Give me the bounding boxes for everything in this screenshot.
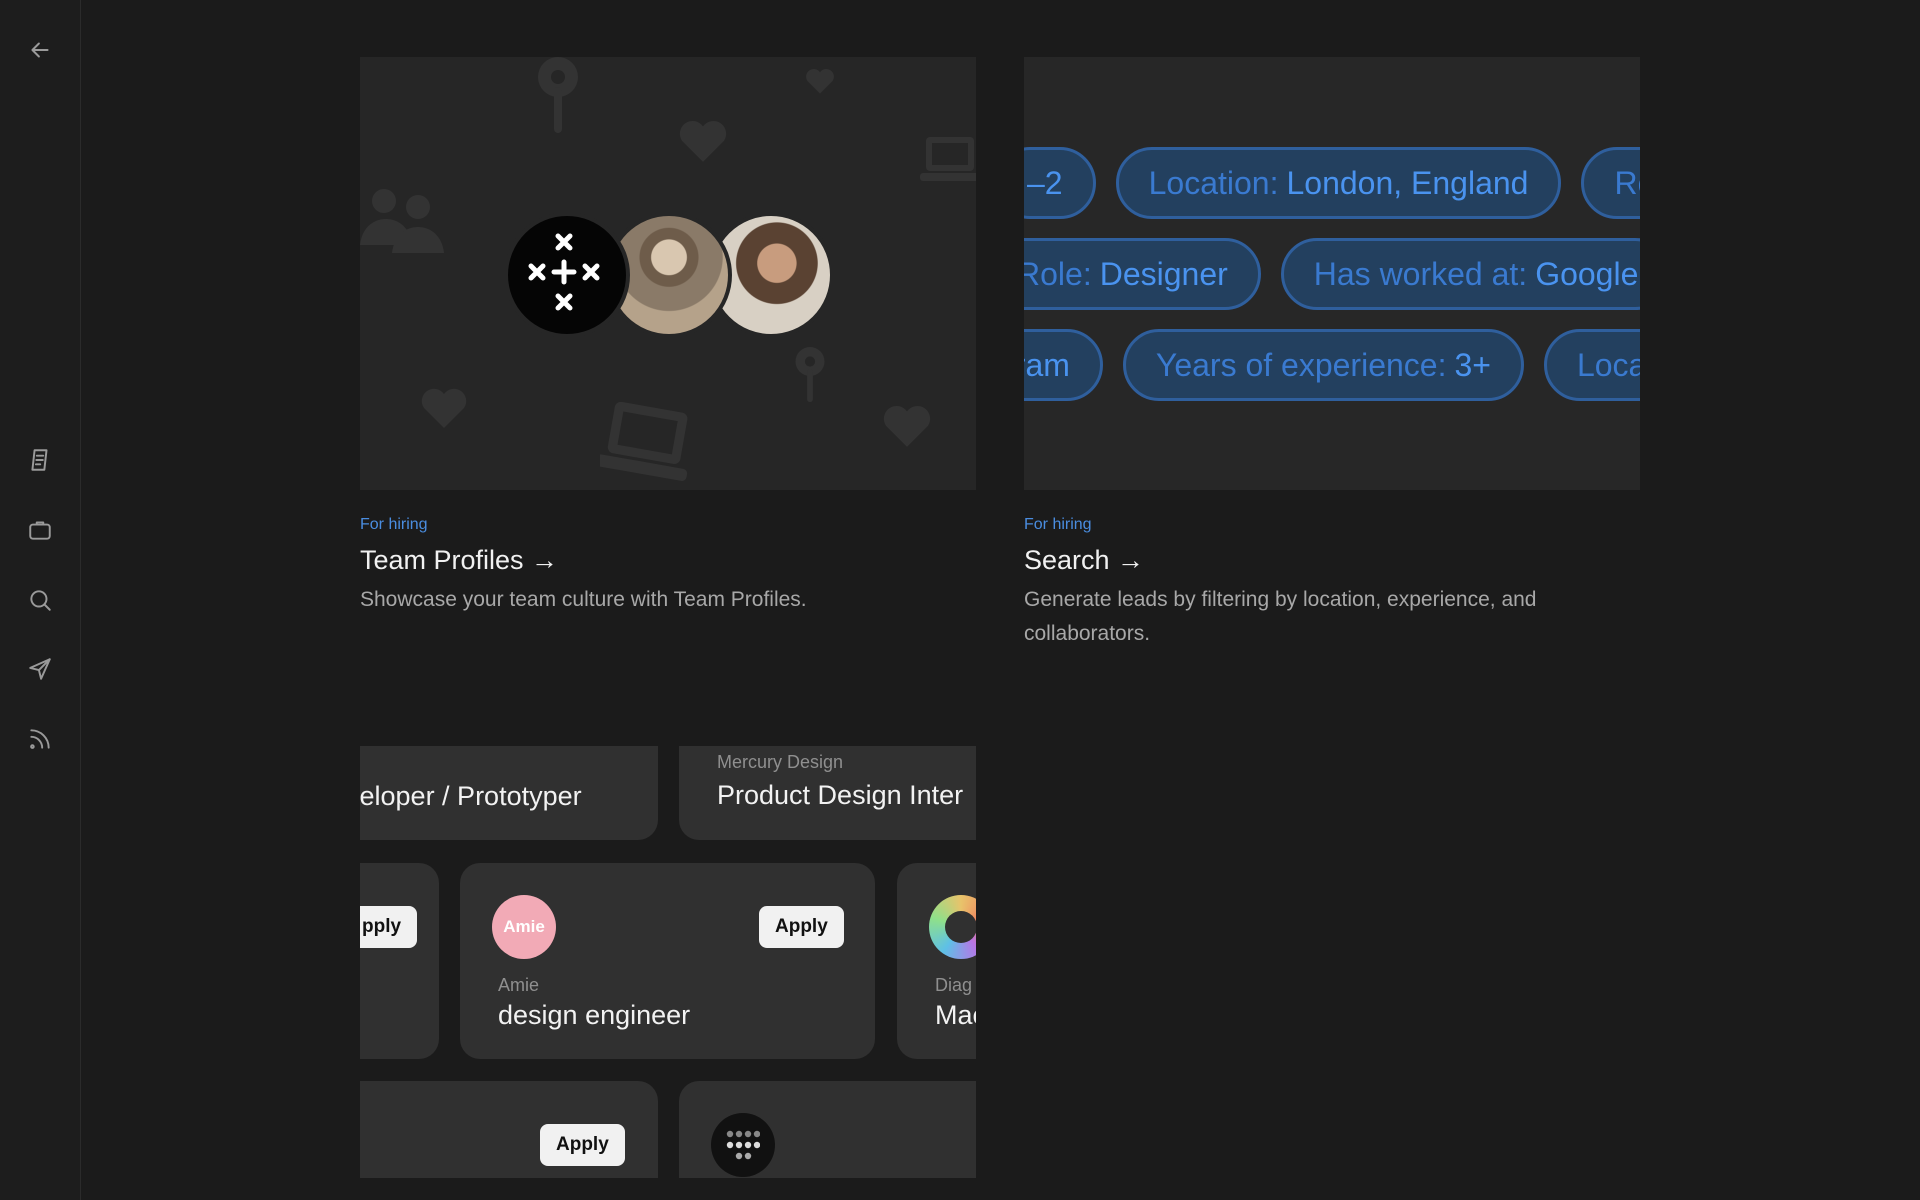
filter-pill: gram: [1024, 329, 1103, 401]
laptop-decoration-icon: [920, 137, 976, 181]
search-description-line: collaborators.: [1024, 622, 1151, 645]
company-avatar: Amie: [492, 895, 556, 959]
team-profiles-eyebrow: For hiring: [360, 516, 428, 533]
filter-pill: Ro: [1581, 147, 1640, 219]
briefcase-icon[interactable]: [24, 514, 56, 546]
filter-pill: Years of experience: 3+: [1122, 329, 1524, 401]
team-profiles-image[interactable]: [360, 57, 976, 490]
jobs-board-image[interactable]: veloper / Prototyper Mercury Design Prod…: [360, 746, 976, 1178]
filter-pill-row: –2 Location:London, England Ro: [1024, 147, 1640, 219]
apply-button[interactable]: Apply: [759, 906, 844, 948]
job-role: design engineer: [498, 1000, 691, 1030]
search-description-line: Generate leads by filtering by location,…: [1024, 588, 1537, 611]
filter-pill-row: Role: Designer Has worked at: Google: [1024, 238, 1640, 310]
filter-pill: –2: [1024, 147, 1096, 219]
back-arrow-icon[interactable]: [24, 34, 56, 66]
job-company: Diag: [935, 975, 973, 995]
people-decoration-icon: [360, 189, 444, 253]
job-card: [679, 1081, 976, 1178]
team-avatars: [504, 212, 834, 338]
search-eyebrow: For hiring: [1024, 516, 1092, 533]
company-logo-icon: [504, 212, 630, 338]
filter-pill: Loca: [1543, 329, 1640, 401]
heart-decoration-icon: [883, 405, 931, 447]
filter-pill-row: gram Years of experience:3+ Loca: [1024, 329, 1640, 401]
document-icon[interactable]: [24, 444, 56, 476]
search-description: Generate leads by filtering by location,…: [1024, 583, 1536, 651]
heart-decoration-icon: [421, 388, 467, 428]
search-title-link[interactable]: Search →: [1024, 545, 1144, 576]
job-card: Diag Mac: [897, 863, 976, 1059]
job-role: Mac: [935, 1000, 976, 1030]
apply-button[interactable]: Apply: [540, 1124, 625, 1166]
company-logo-icon: [929, 895, 976, 959]
feed-icon[interactable]: [24, 723, 56, 755]
pin-decoration-icon: [795, 347, 825, 403]
team-profiles-description: Showcase your team culture with Team Pro…: [360, 588, 807, 611]
send-icon[interactable]: [24, 653, 56, 685]
filter-pill: Role: Designer: [1024, 238, 1261, 310]
pin-decoration-icon: [538, 57, 578, 133]
job-card: Apply: [360, 1081, 658, 1178]
heart-decoration-icon: [679, 120, 727, 162]
job-company: Amie: [498, 975, 540, 995]
filter-pill: Has worked at: Google: [1280, 238, 1640, 310]
job-company: Mercury Design: [717, 752, 844, 772]
job-role: veloper / Prototyper: [360, 781, 582, 811]
filter-pill: Location: London, England: [1115, 147, 1562, 219]
job-role: Product Design Inter: [717, 780, 964, 810]
apply-button[interactable]: pply: [360, 906, 418, 948]
sidebar: [0, 0, 81, 1200]
dots-grid-icon: [711, 1113, 775, 1177]
heart-decoration-icon: [806, 68, 834, 94]
search-icon[interactable]: [24, 584, 56, 616]
job-card: veloper / Prototyper: [360, 746, 658, 840]
laptop-decoration-icon: [600, 402, 688, 481]
job-card: Amie Apply Amie design engineer: [460, 863, 875, 1059]
job-card: Mercury Design Product Design Inter: [679, 746, 976, 840]
team-profiles-title-link[interactable]: Team Profiles →: [360, 545, 558, 576]
job-card: pply: [360, 863, 439, 1059]
search-filters-image[interactable]: –2 Location:London, England Ro Role:Desi…: [1024, 57, 1640, 490]
